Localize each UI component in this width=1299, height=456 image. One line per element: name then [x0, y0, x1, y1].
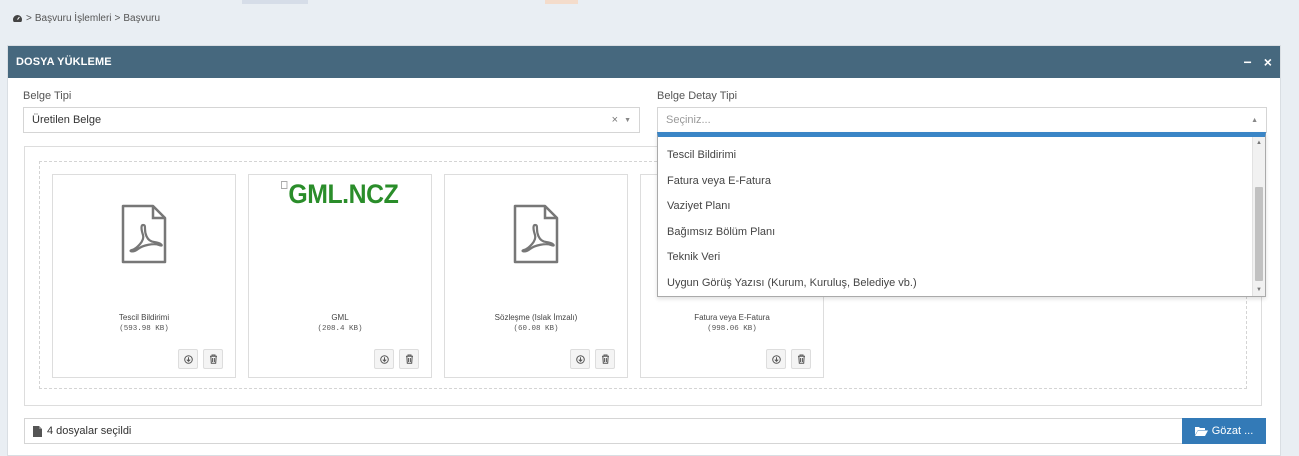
belge-tipi-value: Üretilen Belge [32, 114, 102, 126]
chevron-down-icon[interactable]: ▼ [624, 117, 631, 124]
breadcrumb-item-basvuru-islemleri[interactable]: Başvuru İşlemleri [35, 13, 112, 24]
breadcrumb: > Başvuru İşlemleri > Başvuru [12, 13, 160, 24]
dropdown-option-vaziyet-plani[interactable]: Vaziyet Planı [658, 194, 1265, 220]
dropdown-option-fatura[interactable]: Fatura veya E-Fatura [658, 169, 1265, 195]
close-icon[interactable]: × [1264, 55, 1272, 69]
breadcrumb-separator: > [26, 13, 32, 24]
dropdown-option-bagimsiz-bolum-plani[interactable]: Bağımsız Bölüm Planı [658, 220, 1265, 246]
file-name: Fatura veya E-Fatura [694, 313, 770, 322]
breadcrumb-item-basvuru: Başvuru [123, 13, 161, 24]
selected-files-text: 4 dosyalar seçildi [47, 425, 132, 437]
download-button[interactable] [570, 349, 590, 369]
trash-icon [797, 354, 805, 364]
file-icon [33, 425, 42, 437]
dropdown-option-teknik-veri[interactable]: Teknik Veri [658, 245, 1265, 271]
image-alt-text: GML.NCZ [288, 179, 399, 209]
broken-image-icon [281, 181, 288, 189]
file-size: (593.98 KB) [119, 325, 169, 333]
browse-label: Gözat ... [1211, 425, 1254, 437]
file-size: (998.06 KB) [707, 325, 757, 333]
file-card-tescil-bildirimi: Tescil Bildirimi (593.98 KB) [52, 174, 236, 378]
delete-button[interactable] [399, 349, 419, 369]
scrollbar-thumb[interactable] [1255, 187, 1263, 281]
belge-tipi-label: Belge Tipi [23, 90, 72, 102]
browse-button[interactable]: Gözat ... [1182, 418, 1266, 444]
belge-detay-tipi-label: Belge Detay Tipi [657, 90, 738, 102]
download-icon [379, 354, 389, 364]
breadcrumb-separator: > [114, 13, 121, 24]
download-icon [575, 354, 585, 364]
dropdown-scrollbar[interactable]: ▲ ▼ [1252, 137, 1265, 296]
delete-button[interactable] [203, 349, 223, 369]
file-card-sozlesme: Sözleşme (Islak İmzalı) (60.08 KB) [444, 174, 628, 378]
file-name: Tescil Bildirimi [118, 313, 170, 322]
belge-detay-tipi-select[interactable]: Seçiniz... ▲ [657, 107, 1267, 133]
panel-title: DOSYA YÜKLEME [16, 56, 112, 68]
belge-detay-tipi-placeholder: Seçiniz... [666, 114, 711, 126]
download-button[interactable] [178, 349, 198, 369]
scroll-up-icon[interactable]: ▲ [1253, 137, 1265, 149]
file-size: (60.08 KB) [513, 325, 559, 333]
belge-tipi-select[interactable]: Üretilen Belge × ▼ [23, 107, 640, 133]
delete-button[interactable] [595, 349, 615, 369]
chevron-up-icon[interactable]: ▲ [1251, 117, 1258, 124]
dropdown-option-uygun-gorus-yazisi[interactable]: Uygun Görüş Yazısı (Kurum, Kuruluş, Bele… [658, 271, 1265, 297]
top-strip [0, 0, 1299, 4]
trash-icon [601, 354, 609, 364]
file-caption-bar: 4 dosyalar seçildi Gözat ... [24, 418, 1266, 444]
download-button[interactable] [766, 349, 786, 369]
broken-image: GML.NCZ [249, 175, 431, 293]
pdf-icon [53, 175, 235, 293]
dashboard-icon[interactable] [12, 14, 23, 23]
trash-icon [405, 354, 413, 364]
clear-icon[interactable]: × [612, 114, 618, 126]
minimize-icon[interactable]: − [1243, 55, 1251, 69]
trash-icon [209, 354, 217, 364]
belge-detay-tipi-dropdown: Tescil Bildirimi Fatura veya E-Fatura Va… [657, 132, 1266, 297]
panel-header: DOSYA YÜKLEME − × [8, 46, 1280, 78]
file-name: Sözleşme (Islak İmzalı) [494, 313, 578, 322]
download-icon [183, 354, 193, 364]
folder-open-icon [1194, 427, 1208, 436]
file-size: (208.4 KB) [317, 325, 363, 333]
pdf-icon [445, 175, 627, 293]
file-name: GML [331, 313, 349, 322]
download-button[interactable] [374, 349, 394, 369]
download-icon [771, 354, 781, 364]
file-card-gml: GML.NCZ GML (208.4 KB) [248, 174, 432, 378]
delete-button[interactable] [791, 349, 811, 369]
dropdown-option-tescil-bildirimi[interactable]: Tescil Bildirimi [658, 143, 1265, 169]
scroll-down-icon[interactable]: ▼ [1253, 284, 1265, 296]
